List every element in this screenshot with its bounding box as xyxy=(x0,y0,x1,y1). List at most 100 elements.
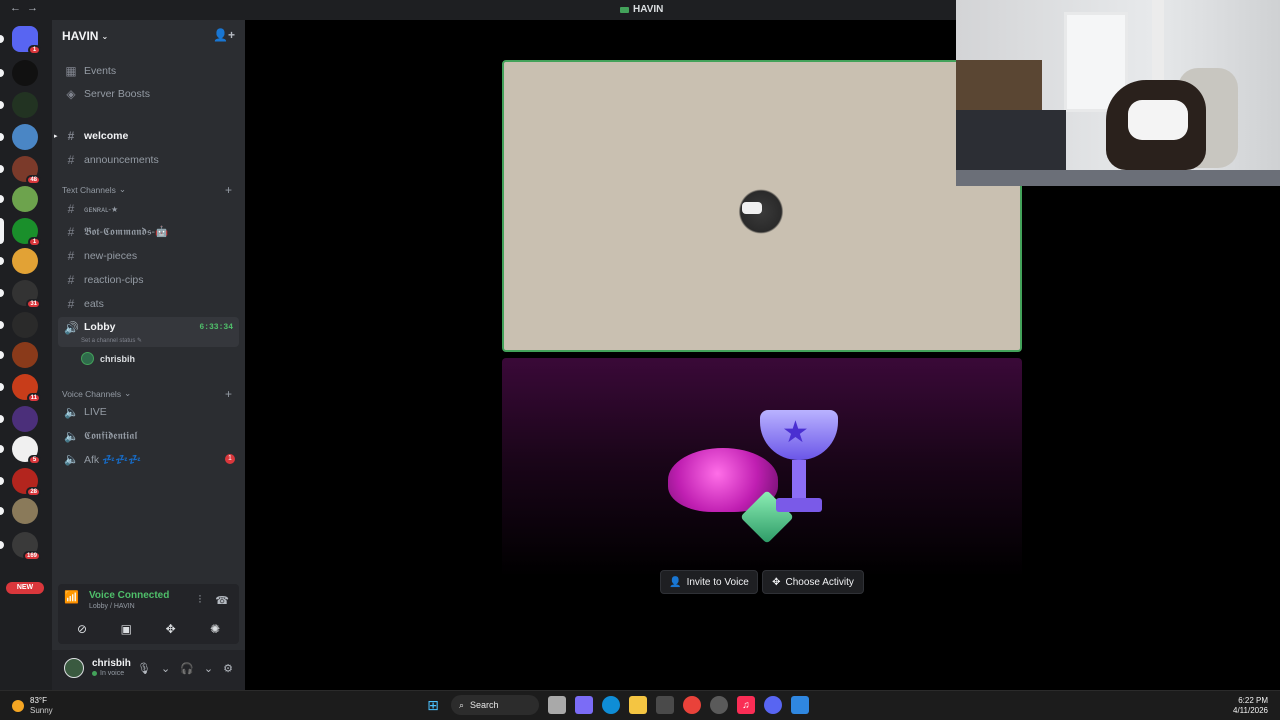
discord-home-icon[interactable]: 1 xyxy=(0,26,41,55)
noise-suppression-icon[interactable]: ⫶ xyxy=(199,594,202,607)
channel-eats[interactable]: # eats xyxy=(58,293,239,315)
add-channel-icon[interactable]: + xyxy=(225,183,232,197)
activity-icon[interactable]: ✥ xyxy=(153,620,189,638)
obs-icon[interactable] xyxy=(710,696,728,714)
edge-icon[interactable] xyxy=(602,696,620,714)
server-8[interactable]: 31 xyxy=(0,280,41,309)
server-3[interactable] xyxy=(0,124,38,150)
server-4[interactable]: 48 xyxy=(0,156,41,185)
screen-share-icon[interactable]: ▣ xyxy=(108,620,144,638)
chevron-down-icon[interactable]: ⌄ xyxy=(204,662,213,675)
voice-location[interactable]: Lobby / HAVIN xyxy=(89,603,169,610)
chevron-down-icon: ⌄ xyxy=(118,184,126,194)
category-text-channels[interactable]: Text Channels ⌄ + xyxy=(62,183,232,197)
server-7[interactable] xyxy=(0,248,38,274)
trophy-cup: ★ xyxy=(760,410,838,460)
hash-icon: # xyxy=(67,297,75,311)
system-clock[interactable]: 6:22 PM 4/11/2026 xyxy=(1233,696,1268,716)
channel-announcements[interactable]: # announcements xyxy=(58,149,239,171)
channel-new-pieces[interactable]: # new-pieces xyxy=(58,245,239,267)
button-label: Choose Activity xyxy=(785,576,854,588)
choose-activity-button[interactable]: ✥ Choose Activity xyxy=(762,570,864,594)
forward-arrow-icon[interactable]: → xyxy=(27,2,44,14)
search-label: Search xyxy=(470,700,499,710)
channel-status-hint[interactable]: Set a channel status ✎ xyxy=(81,337,142,344)
sidebar-item-server-boosts[interactable]: ◈ Server Boosts xyxy=(58,83,239,105)
server-16[interactable]: 169 xyxy=(0,532,41,561)
user-status: In voice xyxy=(92,670,124,677)
task-view-icon[interactable] xyxy=(548,696,566,714)
channel-sidebar: HAVIN ⌄ 👤+ ▦ Events ◈ Server Boosts ▸ # … xyxy=(52,20,245,690)
server-5[interactable] xyxy=(0,186,38,212)
server-2[interactable] xyxy=(0,92,38,118)
unread-pip xyxy=(0,165,4,173)
channel-general[interactable]: # ɢᴇɴʀᴀʟ-★ xyxy=(58,198,239,220)
server-tag-icon xyxy=(620,6,629,13)
chevron-down-icon: ⌄ xyxy=(124,388,132,398)
copilot-icon[interactable] xyxy=(575,696,593,714)
username[interactable]: chrisbih xyxy=(92,658,131,669)
category-voice-channels[interactable]: Voice Channels ⌄ + xyxy=(62,387,232,401)
mention-badge: 1 xyxy=(225,454,235,464)
channel-welcome[interactable]: ▸ # welcome xyxy=(54,125,239,147)
channel-label: Lobby xyxy=(84,321,116,333)
voice-channel-live[interactable]: 🔈 LIVE xyxy=(58,401,239,423)
server-header[interactable]: HAVIN ⌄ 👤+ xyxy=(52,20,245,52)
voice-member[interactable]: chrisbih xyxy=(81,352,135,365)
server-15[interactable] xyxy=(0,498,38,524)
signal-icon[interactable]: 📶 xyxy=(64,590,79,604)
new-unreads-pill[interactable]: NEW xyxy=(6,582,44,594)
taskbar-search[interactable]: ⌕ Search xyxy=(451,695,539,715)
hash-icon: # xyxy=(67,273,75,287)
channel-bot-commands[interactable]: # 𝕭𝖔𝖙-𝕮𝖔𝖒𝖒𝖆𝖓𝖉𝖘-🤖 xyxy=(58,221,239,243)
server-10[interactable] xyxy=(0,342,38,368)
history-nav[interactable]: ←→ xyxy=(10,2,44,14)
user-panel: chrisbih In voice 🎙 ⌄ 🎧 ⌄ ⚙ xyxy=(52,650,245,690)
participant-tile[interactable] xyxy=(502,60,1022,352)
microphone-icon[interactable]: 🎙 xyxy=(137,662,151,675)
activity-icon: ✥ xyxy=(772,576,781,588)
voice-channel-confidential[interactable]: 🔈 𝕮𝖔𝖓𝖋𝖎𝖉𝖊𝖓𝖙𝖎𝖆𝖑 xyxy=(58,425,239,447)
voice-status[interactable]: Voice Connected xyxy=(89,590,169,601)
server-havin[interactable]: 1 xyxy=(0,218,41,247)
music-icon[interactable]: ♫ xyxy=(737,696,755,714)
store-icon[interactable] xyxy=(656,696,674,714)
unread-pip xyxy=(0,351,4,359)
windows-start-icon[interactable]: ⊞ xyxy=(424,696,442,714)
server-bh[interactable] xyxy=(0,60,38,86)
hash-icon: # xyxy=(67,249,75,263)
chrome-icon[interactable] xyxy=(683,696,701,714)
invite-to-voice-button[interactable]: 👤 Invite to Voice xyxy=(660,570,758,594)
add-member-icon[interactable]: 👤+ xyxy=(213,28,235,42)
server-14[interactable]: 28 xyxy=(0,468,41,497)
avatar[interactable] xyxy=(64,658,84,678)
channel-reaction-cips[interactable]: # reaction-cips xyxy=(58,269,239,291)
server-badge: 169 xyxy=(22,551,41,561)
headphones-icon[interactable]: 🎧 xyxy=(180,662,194,675)
hash-icon: # xyxy=(67,225,75,239)
unread-pip xyxy=(0,257,4,265)
hash-icon: # xyxy=(67,202,75,216)
file-explorer-icon[interactable] xyxy=(629,696,647,714)
server-13[interactable]: 5 xyxy=(0,436,41,465)
gear-icon[interactable]: ⚙ xyxy=(223,662,233,675)
taskbar: 83°F Sunny ⊞ ⌕ Search ♫ 6:22 PM 4/11/202… xyxy=(0,690,1280,720)
camera-off-icon[interactable]: ⊘ xyxy=(64,620,100,638)
server-9[interactable] xyxy=(0,312,38,338)
back-arrow-icon[interactable]: ← xyxy=(10,2,27,14)
weather-condition: Sunny xyxy=(30,706,53,715)
category-label: Voice Channels xyxy=(62,388,122,399)
soundboard-icon[interactable]: ✺ xyxy=(197,620,233,638)
server-11[interactable]: 11 xyxy=(0,374,41,403)
discord-icon[interactable] xyxy=(764,696,782,714)
speaker-icon: 🔈 xyxy=(64,429,79,443)
voice-channel-afk[interactable]: 🔈 Afk 💤💤💤 1 xyxy=(58,448,239,470)
sidebar-item-events[interactable]: ▦ Events xyxy=(58,60,239,82)
notepad-icon[interactable] xyxy=(791,696,809,714)
server-12[interactable] xyxy=(0,406,38,432)
add-channel-icon[interactable]: + xyxy=(225,387,232,401)
weather-widget[interactable]: 83°F Sunny xyxy=(12,696,53,716)
chevron-down-icon[interactable]: ⌄ xyxy=(161,662,170,675)
star-icon: ★ xyxy=(782,416,809,449)
disconnect-icon[interactable]: ☎ xyxy=(215,594,229,607)
